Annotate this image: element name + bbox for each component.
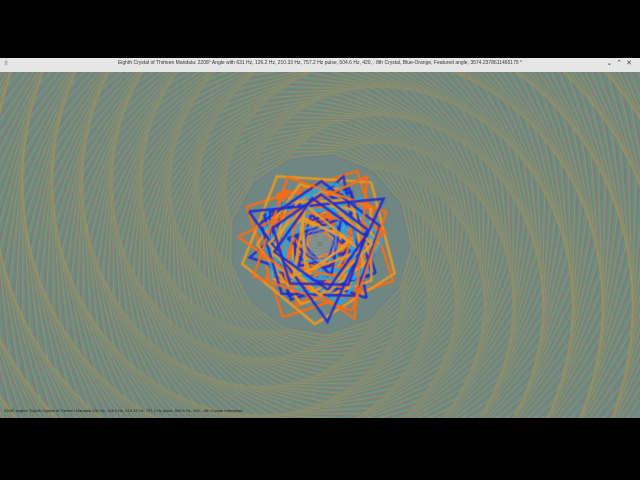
minimize-button[interactable]: ⌄ <box>606 60 616 67</box>
window-controls: ⌄⌃✕ <box>606 59 636 67</box>
title-bar[interactable]: ᛟ Eighth Crystal of Thirteen Mandala: 22… <box>0 58 640 73</box>
status-text: 2208° angles: Eighth Crystal of Thirteen… <box>4 408 243 413</box>
mandala-canvas-area[interactable]: 2208° angles: Eighth Crystal of Thirteen… <box>0 72 640 418</box>
close-button[interactable]: ✕ <box>626 60 636 67</box>
app-window: ᛟ Eighth Crystal of Thirteen Mandala: 22… <box>0 58 640 418</box>
mandala-canvas[interactable] <box>0 72 640 418</box>
window-title: Eighth Crystal of Thirteen Mandala: 2208… <box>117 60 523 66</box>
maximize-button[interactable]: ⌃ <box>616 60 626 67</box>
